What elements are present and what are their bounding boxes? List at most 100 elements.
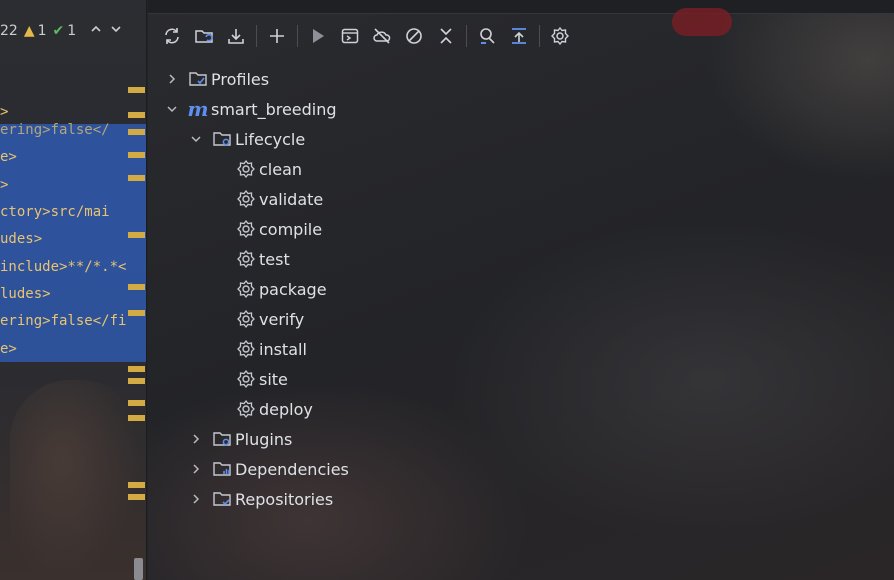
goal-label: site bbox=[259, 369, 288, 389]
toolbar-separator bbox=[539, 25, 540, 47]
gear-icon bbox=[236, 219, 256, 239]
lifecycle-goal-package[interactable]: package bbox=[236, 274, 327, 304]
toggle-offline-mode-icon[interactable] bbox=[366, 20, 398, 52]
change-marker[interactable] bbox=[128, 415, 145, 421]
code-line[interactable]: ering>false</fi bbox=[0, 310, 126, 332]
profiles-folder-icon bbox=[188, 69, 208, 89]
tree-node-label: Lifecycle bbox=[235, 129, 306, 149]
repositories-folder-icon bbox=[212, 489, 232, 509]
analyze-dependencies-icon[interactable] bbox=[471, 20, 503, 52]
run-maven-build-icon[interactable] bbox=[302, 20, 334, 52]
tree-node-repositories[interactable]: Repositories bbox=[188, 484, 333, 514]
tree-node-label: Profiles bbox=[211, 69, 270, 89]
change-marker[interactable] bbox=[128, 129, 145, 135]
lifecycle-goal-validate[interactable]: validate bbox=[236, 184, 323, 214]
goal-label: validate bbox=[259, 189, 324, 209]
tree-node-label: Plugins bbox=[235, 429, 293, 449]
tree-node-project[interactable]: m smart_breeding bbox=[164, 94, 337, 124]
chevron-right-icon[interactable] bbox=[188, 491, 204, 507]
lifecycle-goal-deploy[interactable]: deploy bbox=[236, 394, 313, 424]
gear-icon bbox=[236, 309, 256, 329]
add-maven-project-icon[interactable] bbox=[261, 20, 293, 52]
plugins-folder-icon bbox=[212, 429, 232, 449]
change-marker[interactable] bbox=[128, 152, 145, 158]
change-marker[interactable] bbox=[128, 232, 145, 238]
change-marker[interactable] bbox=[128, 112, 145, 118]
collapse-all-icon[interactable] bbox=[430, 20, 462, 52]
background-image bbox=[10, 380, 140, 580]
code-line[interactable]: udes> bbox=[0, 228, 42, 250]
code-line[interactable]: ering>false</ bbox=[0, 119, 110, 141]
chevron-down-icon[interactable] bbox=[188, 131, 204, 147]
chevron-right-icon[interactable] bbox=[164, 71, 180, 87]
tree-node-plugins[interactable]: Plugins bbox=[188, 424, 292, 454]
change-marker[interactable] bbox=[128, 378, 145, 384]
tree-node-label: Repositories bbox=[235, 489, 334, 509]
gear-icon bbox=[236, 159, 256, 179]
code-line[interactable]: ludes> bbox=[0, 283, 51, 305]
tree-node-dependencies[interactable]: Dependencies bbox=[188, 454, 349, 484]
maven-project-icon: m bbox=[187, 97, 209, 121]
inspection-toolbar: 22 ▲ 1 ✔ 1 bbox=[0, 14, 146, 48]
goal-label: verify bbox=[259, 309, 305, 329]
execute-goal-icon[interactable] bbox=[334, 20, 366, 52]
goal-label: compile bbox=[259, 219, 323, 239]
change-marker[interactable] bbox=[128, 366, 145, 372]
warnings-count[interactable]: ▲ 1 bbox=[24, 23, 47, 39]
chevron-down-icon[interactable] bbox=[164, 101, 180, 117]
show-diagram-icon[interactable] bbox=[503, 20, 535, 52]
tree-node-label: smart_breeding bbox=[211, 99, 337, 119]
generate-sources-icon[interactable] bbox=[188, 20, 220, 52]
tool-window-header bbox=[148, 0, 894, 14]
tree-node-lifecycle[interactable]: Lifecycle bbox=[188, 124, 305, 154]
change-marker[interactable] bbox=[128, 175, 145, 181]
chevron-down-icon[interactable] bbox=[110, 23, 122, 39]
chevron-right-icon[interactable] bbox=[188, 431, 204, 447]
maven-tool-window: Profiles m smart_breeding Lifecycle clea… bbox=[148, 0, 894, 580]
change-marker[interactable] bbox=[128, 284, 145, 290]
settings-icon[interactable] bbox=[544, 20, 576, 52]
lifecycle-goal-verify[interactable]: verify bbox=[236, 304, 304, 334]
reload-all-icon[interactable] bbox=[156, 20, 188, 52]
change-marker[interactable] bbox=[128, 494, 145, 500]
code-line[interactable]: include>**/*.*< bbox=[0, 256, 126, 278]
partial-count[interactable]: 22 bbox=[0, 23, 18, 39]
lifecycle-goal-install[interactable]: install bbox=[236, 334, 307, 364]
toolbar-separator bbox=[297, 25, 298, 47]
lifecycle-folder-icon bbox=[212, 129, 232, 149]
gear-icon bbox=[236, 279, 256, 299]
dependencies-folder-icon bbox=[212, 459, 232, 479]
lifecycle-goal-clean[interactable]: clean bbox=[236, 154, 302, 184]
chevron-right-icon[interactable] bbox=[188, 461, 204, 477]
background-image bbox=[672, 8, 732, 36]
code-line[interactable]: e> bbox=[0, 338, 17, 360]
code-line[interactable]: e> bbox=[0, 146, 17, 168]
double-check-icon: ✔ bbox=[52, 23, 65, 39]
toolbar-separator bbox=[256, 25, 257, 47]
gear-icon bbox=[236, 399, 256, 419]
lifecycle-goal-test[interactable]: test bbox=[236, 244, 290, 274]
gear-icon bbox=[236, 369, 256, 389]
code-line[interactable]: ctory>src/mai bbox=[0, 201, 110, 223]
goal-label: deploy bbox=[259, 399, 313, 419]
change-marker[interactable] bbox=[128, 87, 145, 93]
code-editor[interactable]: 22 ▲ 1 ✔ 1 > ering>false</ e> > ctory>sr… bbox=[0, 0, 147, 580]
lifecycle-goal-site[interactable]: site bbox=[236, 364, 288, 394]
change-marker[interactable] bbox=[128, 400, 145, 406]
lifecycle-goal-compile[interactable]: compile bbox=[236, 214, 322, 244]
goal-label: clean bbox=[259, 159, 303, 179]
change-marker[interactable] bbox=[128, 310, 145, 316]
editor-scrollbar[interactable] bbox=[134, 558, 143, 580]
skip-tests-icon[interactable] bbox=[398, 20, 430, 52]
checks-count[interactable]: ✔ 1 bbox=[53, 23, 77, 39]
code-line[interactable]: > bbox=[0, 174, 8, 196]
chevron-up-icon[interactable] bbox=[90, 23, 102, 39]
goal-label: package bbox=[259, 279, 327, 299]
goal-label: test bbox=[259, 249, 290, 269]
gear-icon bbox=[236, 249, 256, 269]
toolbar-separator bbox=[466, 25, 467, 47]
tree-node-profiles[interactable]: Profiles bbox=[164, 64, 269, 94]
maven-toolbar bbox=[156, 20, 576, 52]
download-sources-icon[interactable] bbox=[220, 20, 252, 52]
change-marker[interactable] bbox=[128, 482, 145, 488]
